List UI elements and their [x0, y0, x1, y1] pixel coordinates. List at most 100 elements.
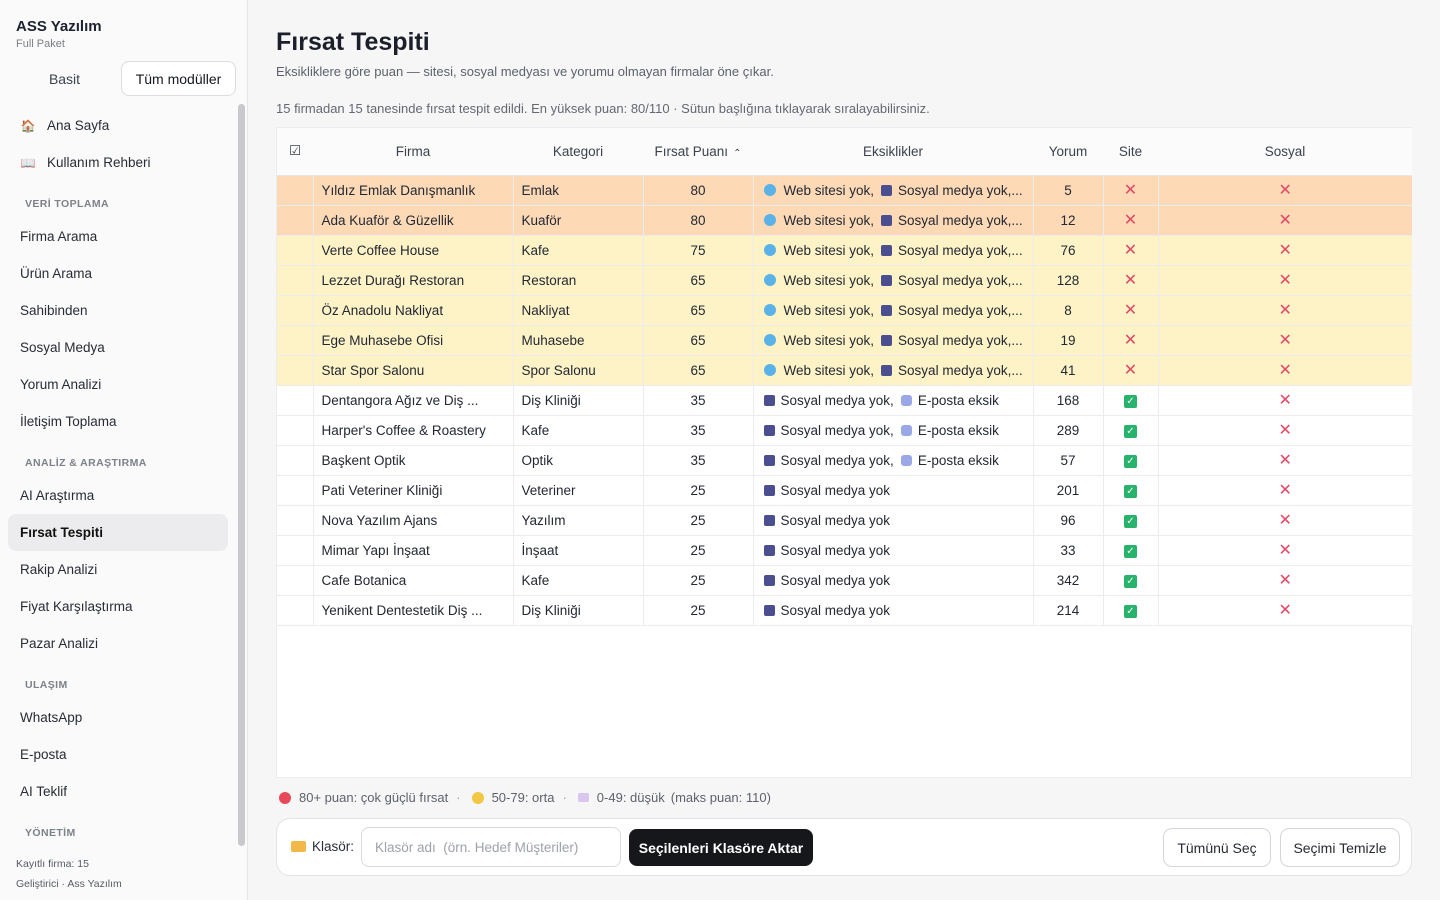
row-select-cell[interactable]: [277, 385, 314, 416]
building-icon: [763, 454, 775, 466]
column-header-firsat-puani[interactable]: Fırsat Puanı ⌃: [643, 128, 753, 176]
table-row[interactable]: Star Spor Salonu Spor Salonu 65 Web sitesi …: [277, 355, 1412, 386]
column-header-sosyal[interactable]: Sosyal: [1158, 128, 1412, 176]
score-legend: 80+ puan: çok güçlü fırsat · 50-79: orta…: [276, 790, 771, 805]
table-row[interactable]: Ege Muhasebe Ofisi Muhasebe 65 Web sitesi y…: [277, 325, 1412, 356]
row-select-cell[interactable]: [277, 325, 314, 356]
page-title: Fırsat Tespiti: [276, 28, 430, 56]
sidebar-item-sosyal-medya[interactable]: Sosyal Medya: [8, 329, 228, 366]
row-select-cell[interactable]: [277, 235, 314, 266]
table-row[interactable]: Yenikent Dentestetik Diş ... Diş Kliniği 2…: [277, 595, 1412, 626]
cross-icon: ✕: [1123, 302, 1138, 319]
sidebar-scroll-thumb[interactable]: [238, 104, 245, 846]
sidebar-item-iletisim-toplama[interactable]: İletişim Toplama: [8, 403, 228, 440]
row-select-cell[interactable]: [277, 535, 314, 566]
cell-kategori: Veteriner: [513, 475, 644, 506]
sidebar-item-firsat-tespiti[interactable]: Fırsat Tespiti: [8, 514, 228, 551]
missing-item: Sosyal medya yok,...: [898, 332, 1023, 348]
table-row[interactable]: Başkent Optik Optik 35 Sosyal medya yok, E-p…: [277, 445, 1412, 476]
table-row[interactable]: Lezzet Durağı Restoran Restoran 65 Web site…: [277, 265, 1412, 296]
globe-icon: [763, 243, 776, 256]
column-header-site[interactable]: Site: [1103, 128, 1158, 176]
section-ulasim: ULAŞIM: [25, 678, 68, 691]
brand: ASS Yazılım Full Paket: [16, 18, 102, 50]
cell-site: ✓: [1103, 385, 1159, 416]
building-icon: [763, 574, 775, 586]
row-select-cell[interactable]: [277, 505, 314, 536]
sidebar-item-sahibinden[interactable]: Sahibinden: [8, 292, 228, 329]
cell-firsat-puani: 25: [643, 505, 754, 536]
mode-switch: Basit Tüm modüller: [8, 61, 236, 96]
brand-title: ASS Yazılım: [16, 18, 102, 35]
export-to-folder-button[interactable]: Seçilenleri Klasöre Aktar: [629, 829, 813, 866]
row-select-cell[interactable]: [277, 355, 314, 386]
sidebar-item-rakip-analizi[interactable]: Rakip Analizi: [8, 551, 228, 588]
sidebar-item-e-posta[interactable]: E-posta: [8, 736, 228, 773]
cross-icon: ✕: [1278, 272, 1292, 289]
table-row[interactable]: Harper's Coffee & Roastery Kafe 35 Sosyal m…: [277, 415, 1412, 446]
row-select-cell[interactable]: [277, 295, 314, 326]
row-select-cell[interactable]: [277, 565, 314, 596]
clear-selection-button[interactable]: Seçimi Temizle: [1280, 828, 1400, 867]
missing-item: Web sitesi yok,: [783, 302, 875, 318]
row-select-cell[interactable]: [277, 415, 314, 446]
table-row[interactable]: Yıldız Emlak Danışmanlık Emlak 80 Web sites…: [277, 175, 1412, 206]
sidebar-item-yorum-analizi[interactable]: Yorum Analizi: [8, 366, 228, 403]
cross-icon: ✕: [1278, 392, 1292, 409]
mail-icon: [900, 454, 912, 466]
sidebar-item-pazar-analizi[interactable]: Pazar Analizi: [8, 625, 228, 662]
cell-sosyal: ✕: [1158, 175, 1412, 206]
cell-kategori: Kuaför: [513, 205, 644, 236]
cell-yorum: 12: [1033, 205, 1104, 236]
cell-sosyal: ✕: [1158, 415, 1412, 446]
cell-kategori: Yazılım: [513, 505, 644, 536]
row-select-cell[interactable]: [277, 475, 314, 506]
table-row[interactable]: Öz Anadolu Nakliyat Nakliyat 65 Web sitesi …: [277, 295, 1412, 326]
cell-yorum: 76: [1033, 235, 1104, 266]
column-header-firma[interactable]: Firma: [313, 128, 513, 176]
cell-site: ✓: [1103, 595, 1159, 626]
column-header-kategori[interactable]: Kategori: [513, 128, 643, 176]
table-row[interactable]: Mimar Yapı İnşaat İnşaat 25 Sosyal medya yo…: [277, 535, 1412, 566]
globe-icon: [763, 363, 776, 376]
table-row[interactable]: Dentangora Ağız ve Diş ... Diş Kliniği 35 S…: [277, 385, 1412, 416]
row-select-cell[interactable]: [277, 265, 314, 296]
table-row[interactable]: Cafe Botanica Kafe 25 Sosyal medya yok 342 ✓ ✕: [277, 565, 1412, 596]
column-header-yorum[interactable]: Yorum: [1033, 128, 1103, 176]
select-all-header[interactable]: ☑: [277, 128, 313, 176]
row-select-cell[interactable]: [277, 175, 314, 206]
table-row[interactable]: Ada Kuaför & Güzellik Kuaför 80 Web sitesi …: [277, 205, 1412, 236]
building-icon: [763, 424, 775, 436]
folder-name-input[interactable]: [361, 827, 621, 867]
table-row[interactable]: Verte Coffee House Kafe 75 Web sitesi yok, S…: [277, 235, 1412, 266]
cell-site: ✓: [1103, 415, 1159, 446]
cross-icon: ✕: [1278, 302, 1292, 319]
column-header-eksiklikler[interactable]: Eksiklikler: [753, 128, 1033, 176]
row-select-cell[interactable]: [277, 445, 314, 476]
mode-all-button[interactable]: Tüm modüller: [121, 61, 236, 96]
legend-max: (maks puan: 110): [670, 790, 771, 805]
sidebar-scrollbar[interactable]: [238, 104, 245, 846]
sidebar-item-kullanim-rehberi[interactable]: 📖 Kullanım Rehberi: [8, 144, 228, 181]
mode-basic-button[interactable]: Basit: [8, 61, 121, 96]
cell-firsat-puani: 80: [643, 175, 754, 206]
sidebar-item-firma-arama[interactable]: Firma Arama: [8, 218, 228, 255]
select-all-button[interactable]: Tümünü Seç: [1163, 828, 1271, 867]
row-select-cell[interactable]: [277, 205, 314, 236]
cell-eksiklikler: Sosyal medya yok, E-posta eksik: [753, 385, 1034, 416]
row-select-cell[interactable]: [277, 595, 314, 626]
missing-item: Sosyal medya yok: [780, 542, 891, 558]
sidebar-item-urun-arama[interactable]: Ürün Arama: [8, 255, 228, 292]
missing-item: Sosyal medya yok,...: [898, 212, 1023, 228]
sidebar-item-whatsapp[interactable]: WhatsApp: [8, 699, 228, 736]
check-icon: ✓: [1124, 605, 1137, 618]
cell-site: ✕: [1103, 325, 1159, 356]
sidebar-item-fiyat-karsilastirma[interactable]: Fiyat Karşılaştırma: [8, 588, 228, 625]
sidebar-item-ana-sayfa[interactable]: 🏠 Ana Sayfa: [8, 107, 228, 144]
table-row[interactable]: Pati Veteriner Kliniği Veteriner 25 Sosyal …: [277, 475, 1412, 506]
cell-kategori: Kafe: [513, 415, 644, 446]
sidebar-item-ai-teklif[interactable]: AI Teklif: [8, 773, 228, 810]
building-icon: [881, 274, 893, 286]
sidebar-item-ai-arastirma[interactable]: AI Araştırma: [8, 477, 228, 514]
table-row[interactable]: Nova Yazılım Ajans Yazılım 25 Sosyal medya …: [277, 505, 1412, 536]
